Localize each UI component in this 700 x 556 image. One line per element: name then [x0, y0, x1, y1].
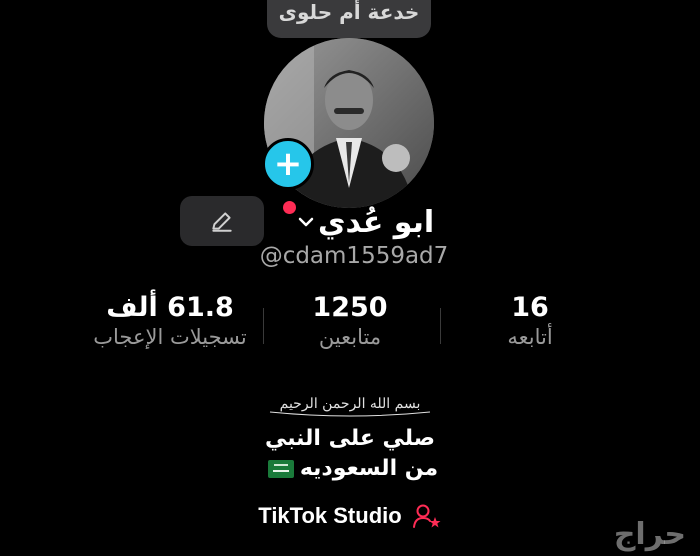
stat-followers-label: متابعين	[318, 325, 382, 349]
username: @cdam1559ad7	[259, 243, 449, 269]
stat-following-label: أتابعه	[507, 325, 553, 349]
tooltip-bubble: خدعة أم حلوى	[267, 0, 431, 38]
tiktok-studio-link[interactable]: TikTok Studio	[0, 502, 700, 530]
stat-divider	[440, 308, 441, 344]
person-star-icon	[412, 504, 441, 528]
notification-dot	[283, 201, 296, 214]
display-name-row[interactable]: ابو عُدي	[296, 198, 434, 246]
stat-likes-value: 61.8 ألف	[106, 292, 234, 323]
basmala-calligraphy: بسم الله الرحمن الرحيم	[269, 396, 431, 417]
bio-line-1: صلي على النبي	[264, 426, 436, 451]
plus-icon: +	[273, 144, 303, 184]
watermark-logo: حراج	[613, 517, 686, 552]
pencil-icon	[212, 212, 232, 232]
bio-line-2: من السعوديه	[299, 456, 439, 481]
stat-followers[interactable]: 1250 متابعين	[290, 292, 410, 349]
chevron-down-icon[interactable]	[296, 212, 316, 232]
edit-profile-button[interactable]	[180, 196, 264, 246]
stat-likes[interactable]: 61.8 ألف تسجيلات الإعجاب	[80, 292, 260, 349]
stat-likes-label: تسجيلات الإعجاب	[93, 325, 247, 349]
bio-line-2-row: من السعوديه	[0, 456, 700, 481]
stat-following[interactable]: 16 أتابعه	[480, 292, 580, 349]
display-name: ابو عُدي	[318, 204, 435, 240]
add-button[interactable]: +	[262, 138, 314, 190]
bio-basmala: بسم الله الرحمن الرحيم	[250, 386, 450, 422]
stat-following-value: 16	[511, 292, 549, 323]
stat-followers-value: 1250	[312, 292, 388, 323]
tooltip-text: خدعة أم حلوى	[278, 0, 420, 24]
stat-divider	[263, 308, 264, 344]
studio-label: TikTok Studio	[258, 503, 402, 528]
saudi-flag-icon	[267, 460, 294, 478]
basmala-text: بسم الله الرحمن الرحيم	[280, 396, 421, 412]
